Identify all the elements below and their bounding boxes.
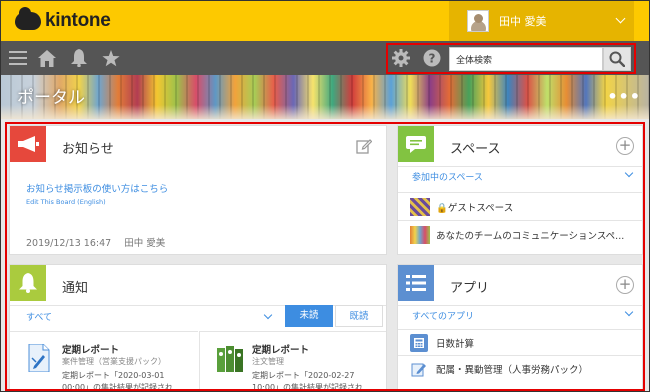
space-item-team[interactable]: あなたのチームのコミュニケーションスペ... [398, 220, 642, 248]
read-tab[interactable]: 既読 [335, 305, 383, 327]
chevron-down-icon [615, 13, 626, 24]
notification-app: 注文管理 [252, 357, 284, 366]
apps-title: アプリ [450, 281, 490, 296]
binders-icon [216, 344, 244, 372]
user-menu-button[interactable]: 田中 愛美 [449, 1, 634, 41]
report-document-icon [26, 343, 54, 373]
notice-board-card: お知らせ お知らせ掲示板の使い方はこちら Edit This Board (En… [9, 125, 387, 255]
notification-title: 定期レポート [62, 345, 120, 356]
notification-body: 定期レポート「2020-02-27 10:00」の集計結果が記録され [252, 370, 382, 392]
megaphone-icon [10, 126, 46, 162]
kintone-logo[interactable]: kintone [15, 7, 111, 32]
notice-author[interactable]: 田中 愛美 [124, 238, 165, 249]
space-item-label: 🔒ゲストスペース [436, 202, 514, 214]
pencil-note-icon [410, 360, 428, 378]
notification-body-line: 10:00」の集計結果が記録され [252, 383, 364, 392]
app-item-label: 配属・異動管理（人事労務パック） [436, 364, 589, 376]
edit-board-english-link[interactable]: Edit This Board (English) [26, 198, 106, 206]
spaces-card: スペース + 参加中のスペース 🔒ゲストスペース あなたのチームのコミュニケーシ… [397, 125, 643, 255]
app-list-icon [398, 265, 434, 301]
notification-title: 定期レポート [252, 345, 310, 356]
edit-icon[interactable] [356, 138, 373, 158]
unread-tab[interactable]: 未読 [285, 305, 333, 327]
portal-title: ポータル [17, 88, 85, 108]
notification-body-line: 定期レポート「2020-03-01 [62, 371, 165, 380]
guest-space-thumbnail [410, 197, 430, 216]
more-options-icon[interactable]: ••• [607, 87, 641, 106]
add-space-button[interactable]: + [616, 137, 634, 155]
logo-text: kintone [45, 10, 111, 31]
spaces-title: スペース [450, 142, 501, 157]
bell-icon[interactable] [70, 49, 88, 67]
notice-help-link[interactable]: お知らせ掲示板の使い方はこちら [26, 181, 168, 195]
kintone-logo-icon [15, 7, 41, 30]
notice-meta: 2019/12/13 16:47 田中 愛美 [26, 235, 175, 249]
app-item-assignment[interactable]: 配属・異動管理（人事労務パック） [398, 355, 642, 381]
menu-icon[interactable] [9, 49, 27, 67]
apps-card: アプリ + すべてのアプリ 日数計算 配属・異動管理（人事労務パック） [397, 264, 643, 391]
home-icon[interactable] [38, 49, 56, 67]
notification-filter-label: すべて [26, 313, 53, 323]
all-apps-label: すべてのアプリ [412, 312, 475, 322]
app-item-label: 日数計算 [436, 338, 475, 350]
notification-app: 案件管理（営業支援パック） [62, 357, 166, 366]
search-highlight-box [386, 43, 636, 74]
notifications-card: 通知 すべて 未読 既読 定期レポート 案件管理（営業支援パック） 定期レポート… [9, 264, 387, 392]
avatar [467, 10, 489, 32]
app-item-day-calc[interactable]: 日数計算 [398, 329, 642, 355]
top-header: kintone 田中 愛美 [1, 1, 649, 41]
chevron-down-icon [624, 168, 634, 178]
speech-bubble-icon [398, 126, 434, 162]
notice-board-title: お知らせ [62, 142, 114, 157]
star-icon[interactable] [102, 49, 120, 67]
calculator-icon [410, 333, 428, 352]
notification-body-line: 00:00」の集計結果が記録され [62, 383, 174, 392]
add-app-button[interactable]: + [616, 276, 634, 294]
notification-item[interactable]: 定期レポート 注文管理 定期レポート「2020-02-27 10:00」の集計結… [199, 331, 386, 392]
joined-spaces-label: 参加中のスペース [412, 173, 483, 183]
joined-spaces-dropdown[interactable]: 参加中のスペース [398, 166, 642, 184]
notice-date: 2019/12/13 16:47 [26, 238, 112, 249]
kintone-portal-window: kintone 田中 愛美 ? 全体検索 ポータル ••• お知らせ お知らせ掲… [0, 0, 650, 392]
notification-item[interactable]: 定期レポート 案件管理（営業支援パック） 定期レポート「2020-03-01 0… [10, 331, 198, 392]
user-name: 田中 愛美 [499, 15, 547, 28]
team-space-thumbnail [410, 225, 430, 244]
chevron-down-icon [624, 307, 634, 317]
notification-body-line: 定期レポート「2020-02-27 [252, 371, 355, 380]
space-item-guest[interactable]: 🔒ゲストスペース [398, 192, 642, 220]
portal-banner: ポータル ••• [1, 75, 649, 119]
notification-body: 定期レポート「2020-03-01 00:00」の集計結果が記録され [62, 370, 192, 392]
space-item-label: あなたのチームのコミュニケーションスペ... [436, 230, 625, 242]
chevron-down-icon [263, 310, 273, 320]
bell-icon [10, 265, 46, 301]
notifications-title: 通知 [62, 281, 89, 296]
all-apps-dropdown[interactable]: すべてのアプリ [398, 305, 642, 323]
